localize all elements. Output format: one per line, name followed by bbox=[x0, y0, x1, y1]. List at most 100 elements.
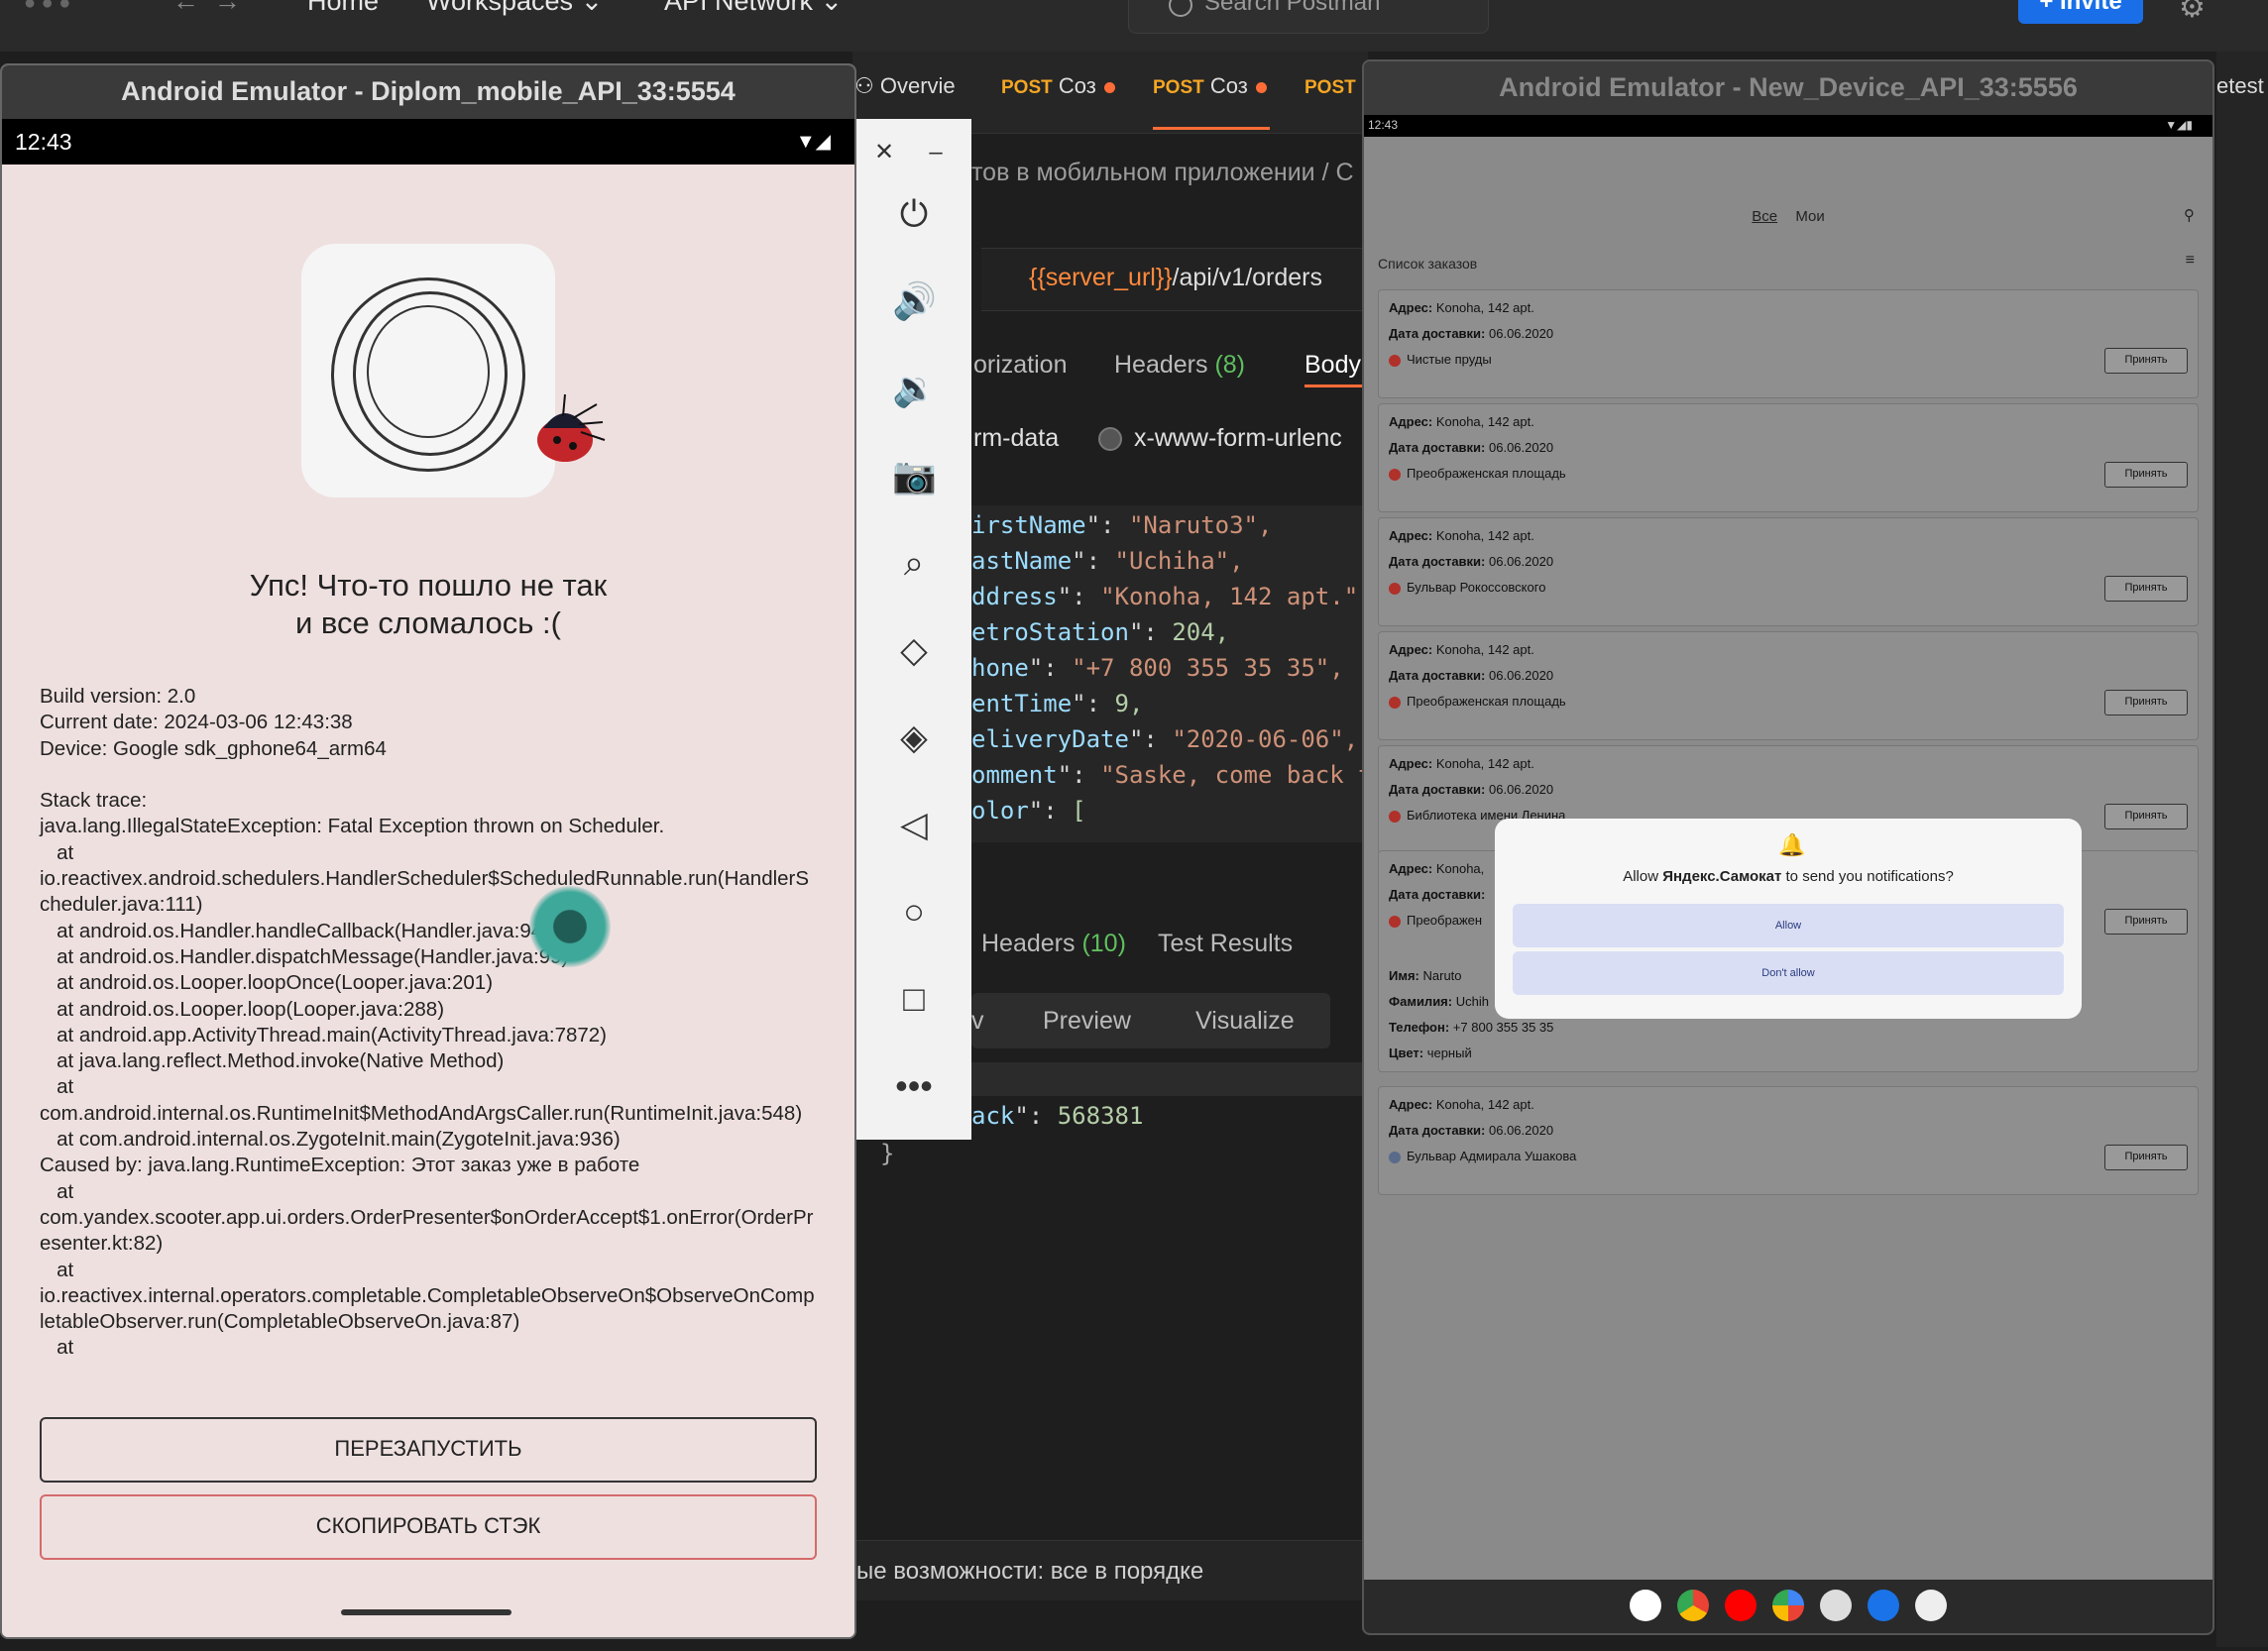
order-card[interactable]: Адрес: Konoha, 142 apt. Дата доставки: 06… bbox=[1378, 289, 2199, 398]
copy-stack-button[interactable]: СКОПИРОВАТЬ СТЭК bbox=[40, 1494, 817, 1560]
status-text: ые возможности: все в порядке bbox=[856, 1558, 1204, 1585]
wifi-signal-icon: ▼◢▮ bbox=[2165, 118, 2193, 132]
tab-authorization[interactable]: orization bbox=[973, 351, 1068, 380]
search-icon bbox=[1169, 0, 1192, 17]
rotate-right-icon[interactable]: ◈ bbox=[892, 715, 936, 759]
order-card[interactable]: Адрес: Konoha, 142 apt. Дата доставки: 0… bbox=[1378, 1086, 2199, 1195]
volume-down-icon[interactable]: 🔉 bbox=[892, 367, 937, 410]
code-line: etroStation": 204, bbox=[971, 618, 1230, 646]
response-line: ack": 568381 bbox=[971, 1102, 1144, 1130]
metro-dot bbox=[1389, 468, 1401, 481]
radio-form-data[interactable]: rm-data bbox=[973, 424, 1059, 453]
settings-gear-icon[interactable]: ⚙ bbox=[2179, 0, 2206, 25]
dont-allow-button[interactable]: Don't allow bbox=[1513, 951, 2064, 995]
android-status-bar: 12:43 ▼◢ bbox=[2, 119, 854, 165]
tab-request-2[interactable]: POST Соз bbox=[1153, 73, 1267, 99]
window-controls[interactable]: ● ● ● bbox=[24, 0, 70, 15]
close-icon[interactable]: ✕ bbox=[872, 131, 896, 174]
tab-overview[interactable]: ⚇ Overvie bbox=[854, 73, 956, 99]
order-card[interactable]: Адрес: Konoha, 142 apt. Дата доставки: 06… bbox=[1378, 403, 2199, 512]
unsaved-dot bbox=[1255, 81, 1267, 93]
emulator-title[interactable]: Android Emulator - New_Device_API_33:555… bbox=[1364, 61, 2212, 115]
menu-icon[interactable]: ≡ bbox=[2186, 252, 2195, 270]
nav-workspaces[interactable]: Workspaces ⌄ bbox=[426, 0, 603, 17]
chrome-icon[interactable] bbox=[1677, 1590, 1709, 1621]
tab-request-1[interactable]: POST Соз bbox=[1001, 73, 1115, 99]
metro-dot bbox=[1389, 354, 1401, 367]
stack-trace: Build version: 2.0 Current date: 2024-03… bbox=[40, 685, 815, 1360]
messages-icon[interactable] bbox=[1868, 1590, 1899, 1621]
invite-button[interactable]: + Invite bbox=[2018, 0, 2143, 24]
tab-response-headers[interactable]: Headers (10) bbox=[981, 930, 1126, 958]
radio-icon bbox=[1098, 427, 1122, 452]
gmail-icon[interactable] bbox=[1630, 1590, 1661, 1621]
order-card[interactable]: Адрес: Konoha, 142 apt. Дата доставки: 06… bbox=[1378, 517, 2199, 626]
more-icon[interactable]: ••• bbox=[892, 1064, 936, 1108]
tab-request-3[interactable]: POST bbox=[1304, 73, 1356, 99]
right-panel bbox=[2216, 52, 2268, 1647]
rotate-left-icon[interactable]: ◇ bbox=[892, 628, 936, 672]
tab-test-results[interactable]: Test Results bbox=[1158, 930, 1293, 958]
camera-icon[interactable]: 📷 bbox=[892, 454, 937, 497]
active-tab-indicator bbox=[1153, 127, 1270, 130]
emulator-window-1: Android Emulator - Diplom_mobile_API_33:… bbox=[0, 63, 856, 1639]
bell-icon: 🔔 bbox=[1778, 832, 1806, 857]
back-icon[interactable]: ◁ bbox=[892, 803, 936, 846]
code-line: omment": "Saske, come back t bbox=[971, 761, 1373, 789]
app-drawer-icon[interactable] bbox=[1915, 1590, 1947, 1621]
accept-button[interactable]: Принять bbox=[2104, 576, 2188, 602]
emulator-title[interactable]: Android Emulator - Diplom_mobile_API_33:… bbox=[2, 65, 854, 119]
clock: 12:43 bbox=[1368, 118, 1399, 132]
youtube-icon[interactable] bbox=[1725, 1590, 1757, 1621]
volume-up-icon[interactable]: 🔊 bbox=[892, 279, 937, 323]
tab-all[interactable]: Все bbox=[1752, 208, 1777, 225]
dialog-text: Allow Яндекс.Самокат to send you notific… bbox=[1623, 868, 1954, 885]
tab-mine[interactable]: Мои bbox=[1795, 208, 1824, 225]
gesture-nav bbox=[2, 1599, 854, 1637]
ladybug-icon bbox=[537, 393, 606, 462]
tab-body[interactable]: Body bbox=[1304, 351, 1361, 380]
nav-api-network[interactable]: API Network ⌄ bbox=[664, 0, 843, 17]
emulator-toolbar: ✕ – ⏻ 🔊 🔉 📷 ⌕ ◇ ◈ ◁ ○ □ ••• bbox=[854, 119, 971, 1140]
order-card[interactable]: Адрес: Konoha, 142 apt. Дата доставки: 06… bbox=[1378, 631, 2199, 740]
overview-icon: ⚇ bbox=[854, 73, 874, 98]
wifi-signal-icon: ▼◢ bbox=[795, 131, 831, 153]
power-icon[interactable]: ⏻ bbox=[892, 192, 936, 236]
closing-brace: } bbox=[880, 1140, 895, 1167]
accept-button[interactable]: Принять bbox=[2104, 909, 2188, 935]
clock: 12:43 bbox=[15, 129, 72, 155]
clock-app-icon[interactable] bbox=[1820, 1590, 1852, 1621]
unsaved-dot bbox=[1103, 81, 1115, 93]
tab-raw[interactable]: v bbox=[971, 1007, 984, 1036]
accept-button[interactable]: Принять bbox=[2104, 348, 2188, 374]
radio-urlencoded[interactable]: x-www-form-urlenc bbox=[1098, 424, 1342, 453]
profile-icon[interactable]: ⚲ bbox=[2184, 206, 2195, 224]
tab-preview[interactable]: Preview bbox=[1043, 1007, 1131, 1036]
tab-visualize[interactable]: Visualize bbox=[1195, 1007, 1295, 1036]
tab-etest[interactable]: etest bbox=[2216, 73, 2264, 99]
zoom-icon[interactable]: ⌕ bbox=[892, 541, 936, 585]
accept-button[interactable]: Принять bbox=[2104, 804, 2188, 829]
home-indicator[interactable] bbox=[341, 1609, 511, 1615]
code-line: eliveryDate": "2020-06-06", bbox=[971, 725, 1359, 753]
order-tabs: Все Мои bbox=[1364, 208, 2212, 225]
request-url[interactable]: {{server_url}}/api/v1/orders bbox=[1029, 264, 1322, 292]
minimize-icon[interactable]: – bbox=[924, 131, 948, 174]
accept-button[interactable]: Принять bbox=[2104, 690, 2188, 715]
app-screen: Все Мои ⚲ Список заказов ≡ Адрес: Konoha… bbox=[1364, 137, 2212, 1633]
nav-home[interactable]: Home bbox=[307, 0, 379, 17]
restart-button[interactable]: ПЕРЕЗАПУСТИТЬ bbox=[40, 1417, 817, 1483]
tab-headers[interactable]: Headers (8) bbox=[1114, 351, 1245, 380]
overview-icon[interactable]: □ bbox=[892, 977, 936, 1021]
accept-button[interactable]: Принять bbox=[2104, 462, 2188, 488]
error-message: Упс! Что-то пошло не так и все сломалось… bbox=[249, 568, 608, 640]
code-line: ddress": "Konoha, 142 apt.", bbox=[971, 583, 1373, 610]
accept-button[interactable]: Принять bbox=[2104, 1145, 2188, 1170]
code-line: astName": "Uchiha", bbox=[971, 547, 1244, 575]
photos-icon[interactable] bbox=[1772, 1590, 1804, 1621]
active-subtab-indicator bbox=[1304, 385, 1368, 387]
search-input[interactable]: Search Postman bbox=[1128, 0, 1489, 34]
home-icon[interactable]: ○ bbox=[892, 890, 936, 934]
allow-button[interactable]: Allow bbox=[1513, 904, 2064, 947]
back-arrow-icon[interactable]: ← → bbox=[172, 0, 241, 17]
